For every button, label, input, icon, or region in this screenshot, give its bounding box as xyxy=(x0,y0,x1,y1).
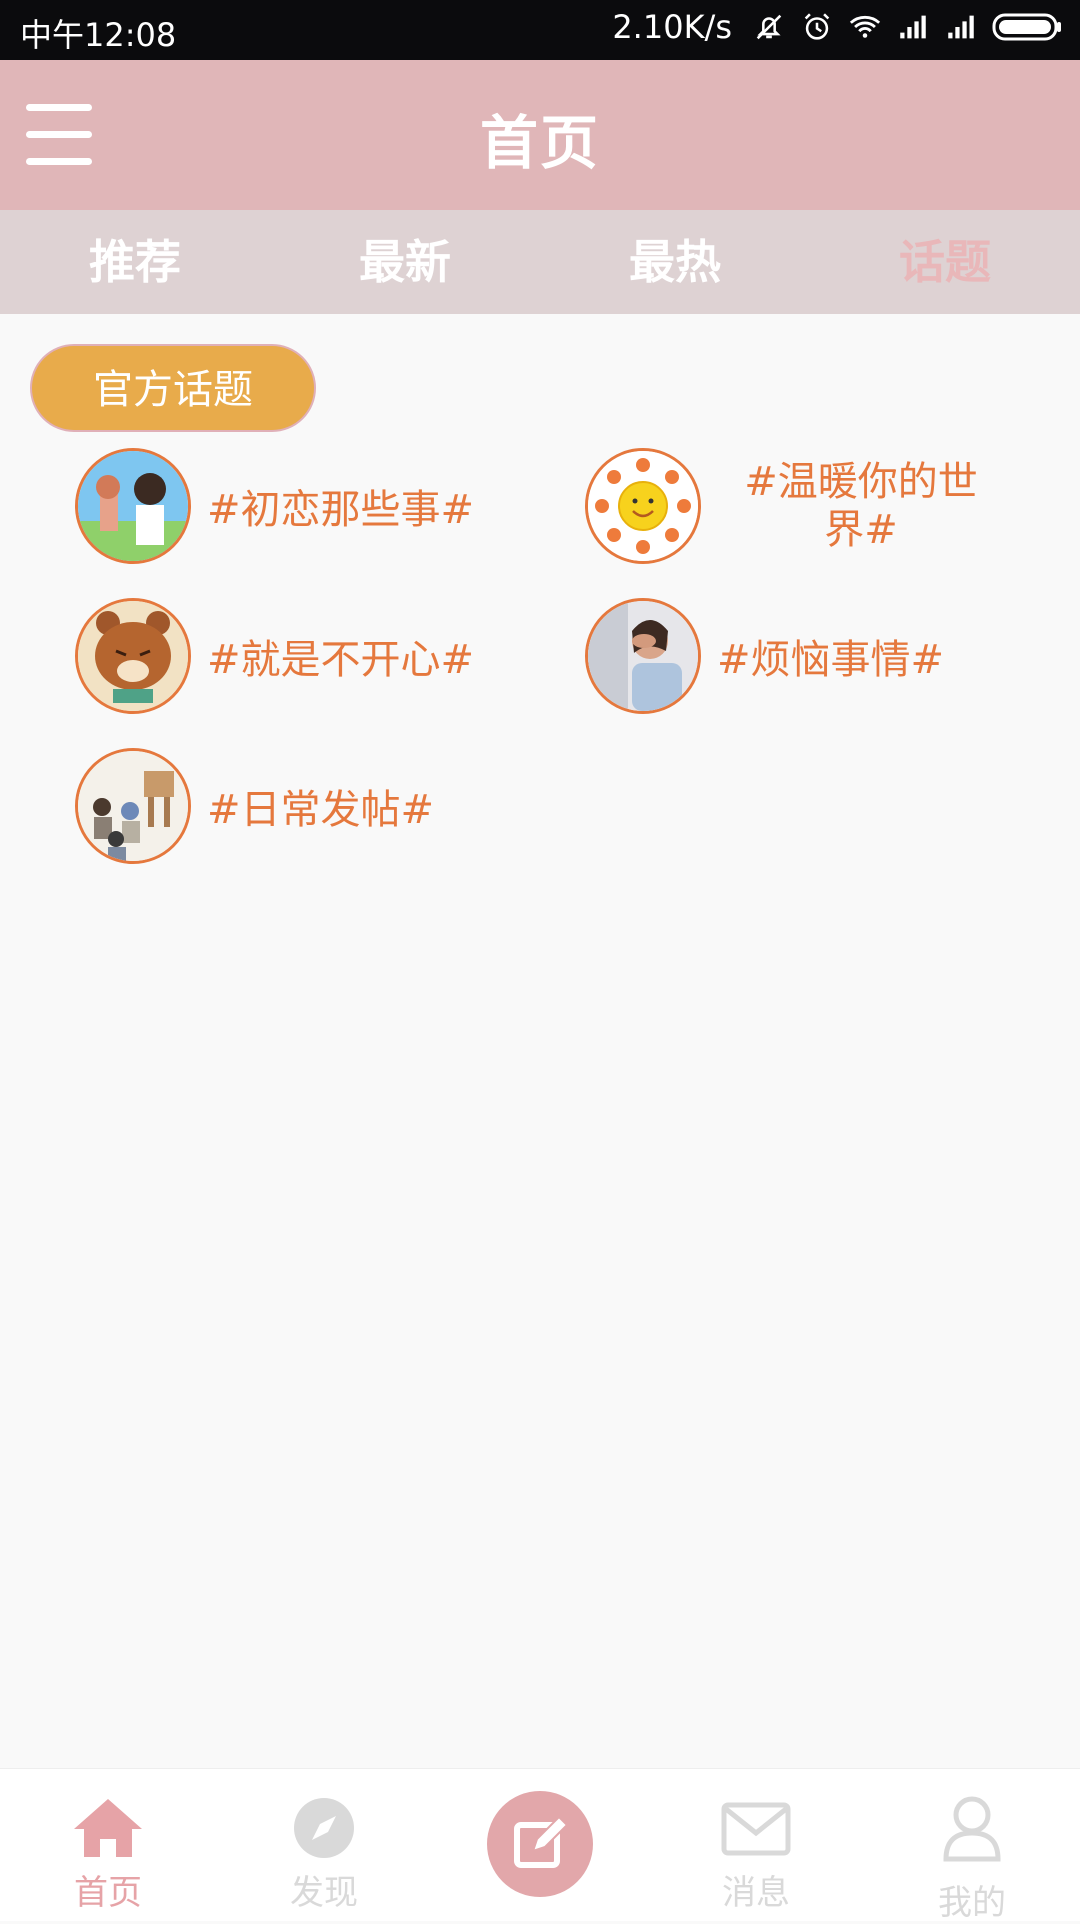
nav-label: 我的 xyxy=(938,1883,1006,1923)
network-speed: 2.10K/s xyxy=(612,8,732,46)
topic-label: #就是不开心# xyxy=(207,637,475,683)
tab-hottest[interactable]: 最热 xyxy=(540,210,810,314)
topic-item[interactable]: #日常发帖# xyxy=(75,748,434,864)
home-icon xyxy=(74,1799,142,1857)
page-title: 首页 xyxy=(479,109,600,177)
official-topics-button[interactable]: 官方话题 xyxy=(30,344,316,432)
bell-off-icon xyxy=(756,14,782,40)
nav-compose[interactable] xyxy=(432,1769,648,1921)
topic-item[interactable]: #初恋那些事# xyxy=(75,448,474,564)
status-time: 中午12:08 xyxy=(20,16,177,54)
compose-icon xyxy=(514,1815,569,1868)
topic-item[interactable]: #烦恼事情# xyxy=(585,598,944,714)
status-bar: 中午12:08 2.10K/s xyxy=(0,0,1080,60)
nav-me[interactable]: 我的 xyxy=(864,1769,1080,1923)
tab-topics[interactable]: 话题 xyxy=(810,210,1080,314)
topic-avatar xyxy=(585,448,701,564)
topic-label: #温暖你的世界# xyxy=(744,459,978,553)
tab-bar: 推荐 最新 最热 话题 xyxy=(0,210,1080,314)
topic-label: #烦恼事情# xyxy=(717,637,945,683)
nav-discover[interactable]: 发现 xyxy=(216,1769,432,1921)
signal-icon xyxy=(948,15,974,39)
nav-label: 发现 xyxy=(290,1873,358,1913)
topic-item[interactable]: #温暖你的世界# xyxy=(585,448,991,564)
mail-icon xyxy=(721,1802,791,1856)
app-header: 首页 xyxy=(0,60,1080,210)
nav-label: 首页 xyxy=(74,1873,142,1913)
wifi-icon xyxy=(849,15,881,38)
topic-item[interactable]: #就是不开心# xyxy=(75,598,474,714)
user-icon xyxy=(943,1796,1001,1862)
battery-icon xyxy=(992,13,1061,41)
nav-home[interactable]: 首页 xyxy=(0,1769,216,1921)
topic-avatar xyxy=(585,598,701,714)
alarm-icon xyxy=(804,13,830,40)
topic-label: #初恋那些事# xyxy=(207,487,475,533)
topic-avatar xyxy=(75,598,191,714)
compose-button[interactable] xyxy=(487,1791,593,1897)
bottom-nav: 首页 发现 消息 我的 xyxy=(0,1768,1080,1923)
topic-avatar xyxy=(75,748,191,864)
topic-avatar xyxy=(75,448,191,564)
nav-messages[interactable]: 消息 xyxy=(648,1769,864,1921)
signal-icon xyxy=(900,15,926,39)
tab-recommend[interactable]: 推荐 xyxy=(0,210,270,314)
nav-label: 消息 xyxy=(722,1873,790,1913)
tab-latest[interactable]: 最新 xyxy=(270,210,540,314)
compass-icon xyxy=(294,1798,354,1858)
topic-label: #日常发帖# xyxy=(207,787,435,833)
